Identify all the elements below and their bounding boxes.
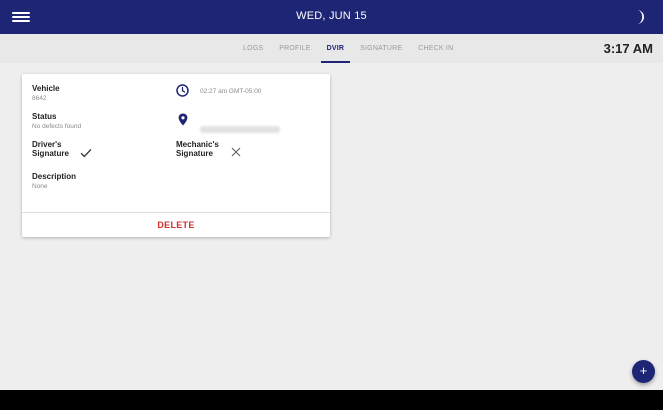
drivers-signature-field: Driver's Signature bbox=[32, 140, 69, 158]
top-app-bar: WED, JUN 15 bbox=[0, 0, 663, 34]
bottom-bar bbox=[0, 390, 663, 410]
checkmark-icon bbox=[80, 145, 92, 163]
tab-bar: LOGS PROFILE DVIR SIGNATURE CHECK IN 3:1… bbox=[0, 34, 663, 63]
location-pin-icon bbox=[178, 113, 188, 131]
description-value: None bbox=[32, 183, 48, 190]
dvir-time: 02:27 am GMT-05:00 bbox=[200, 88, 262, 95]
mechanics-signature-label-line1: Mechanic's bbox=[176, 140, 219, 149]
tab-check-in[interactable]: CHECK IN bbox=[418, 34, 453, 63]
drivers-signature-label-line2: Signature bbox=[32, 149, 69, 158]
delete-button[interactable]: DELETE bbox=[22, 213, 330, 237]
tab-signature[interactable]: SIGNATURE bbox=[360, 34, 402, 63]
mechanics-signature-label-line2: Signature bbox=[176, 149, 213, 158]
status-field: Status No defects found bbox=[32, 112, 81, 130]
tabs-container: LOGS PROFILE DVIR SIGNATURE CHECK IN bbox=[243, 34, 469, 63]
vehicle-field: Vehicle 8642 bbox=[32, 84, 60, 102]
moon-icon[interactable] bbox=[630, 8, 648, 26]
description-field: Description None bbox=[32, 172, 76, 190]
dvir-card: Vehicle 8642 02:27 am GMT-05:00 Status N… bbox=[22, 74, 330, 237]
description-label: Description bbox=[32, 172, 77, 181]
status-label: Status bbox=[32, 112, 57, 121]
drivers-signature-label-line1: Driver's bbox=[32, 140, 62, 149]
tab-logs[interactable]: LOGS bbox=[243, 34, 263, 63]
tab-dvir[interactable]: DVIR bbox=[320, 34, 350, 63]
vehicle-label: Vehicle bbox=[32, 84, 60, 93]
status-value: No defects found bbox=[32, 123, 82, 130]
clock-icon bbox=[176, 84, 189, 102]
current-time: 3:17 AM bbox=[603, 41, 653, 56]
vehicle-value: 8642 bbox=[32, 95, 47, 102]
page-title-date: WED, JUN 15 bbox=[296, 10, 367, 22]
blurred-location-value bbox=[200, 126, 280, 133]
mechanics-signature-field: Mechanic's Signature bbox=[176, 140, 219, 158]
tab-profile[interactable]: PROFILE bbox=[279, 34, 310, 63]
add-dvir-button[interactable]: + bbox=[632, 360, 655, 383]
x-mark-icon bbox=[231, 144, 241, 162]
main-content: Vehicle 8642 02:27 am GMT-05:00 Status N… bbox=[0, 63, 663, 390]
